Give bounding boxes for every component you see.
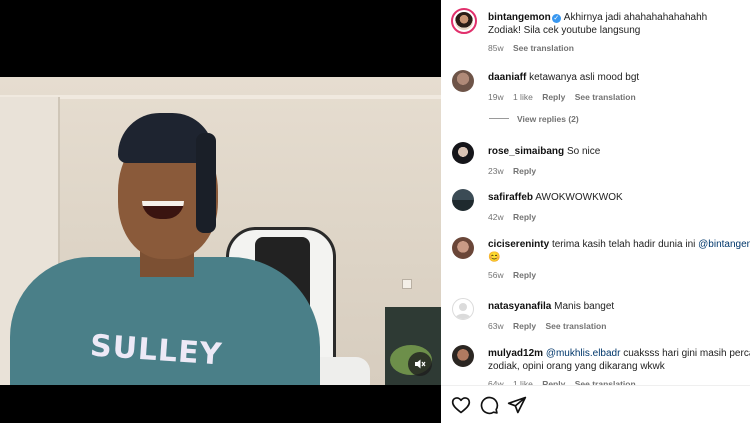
reply-button[interactable]: Reply <box>513 212 536 222</box>
reply-button[interactable]: Reply <box>542 92 565 102</box>
comment-likes[interactable]: 1 like <box>513 92 533 102</box>
comment-mention[interactable]: @mukhlis.elbadr <box>546 348 621 359</box>
view-replies-button[interactable]: View replies (2) <box>489 114 579 124</box>
comment-username[interactable]: natasyanafila <box>488 301 551 312</box>
comment-avatar[interactable] <box>452 345 474 367</box>
author-avatar[interactable] <box>451 8 477 34</box>
comment-username[interactable]: mulyad12m <box>488 348 543 359</box>
comment-time: 23w <box>488 166 504 176</box>
comment-text: So nice <box>566 146 601 157</box>
comment-text: terima kasih telah hadir dunia ini <box>551 239 696 250</box>
comments-pane: bintangemon ✓ Akhirnya jadi ahahahahahahah… <box>441 0 750 423</box>
comment-time: 19w <box>488 92 504 102</box>
light-switch <box>402 279 412 289</box>
comment-username[interactable]: safiraffeb <box>488 192 533 203</box>
comment-text: AWOKWOWKWOK <box>535 192 623 203</box>
comment-text: Manis banget <box>554 301 615 312</box>
verified-badge-icon: ✓ <box>551 14 561 23</box>
share-icon[interactable] <box>507 395 527 415</box>
comment-username[interactable]: daaniaff <box>488 72 526 83</box>
comment-time: 42w <box>488 212 504 222</box>
view-replies-label: View replies (2) <box>517 114 579 124</box>
comment-time: 63w <box>488 321 504 331</box>
comment-avatar[interactable] <box>452 189 474 211</box>
comment-time: 56w <box>488 270 504 280</box>
comment-avatar[interactable] <box>452 142 474 164</box>
reply-button[interactable]: Reply <box>513 321 536 331</box>
caption-text: Akhirnya jadi ahahahahahahahh <box>563 12 708 23</box>
comment-text: cuaksss hari gini masih percay <box>623 348 750 359</box>
comment-username[interactable]: cicisereninty <box>488 239 549 250</box>
author-username[interactable]: bintangemon <box>488 12 551 23</box>
wall-trim <box>0 95 441 99</box>
heart-icon[interactable] <box>451 395 471 415</box>
see-translation-link[interactable]: See translation <box>513 43 574 53</box>
caption-text-2: Zodiak! Sila cek youtube langsung <box>488 25 641 36</box>
default-avatar-icon <box>455 303 471 319</box>
comment-text: ketawanya asli mood bgt <box>529 72 640 83</box>
comment-text-2: zodiak, opini orang yang dikarang wkwk <box>488 361 665 372</box>
action-bar <box>441 385 750 423</box>
comment-avatar[interactable] <box>452 237 474 259</box>
speaker-muted-icon <box>415 359 426 369</box>
see-translation-link[interactable]: See translation <box>575 92 636 102</box>
smile-emoji-icon: 😊 <box>488 252 501 263</box>
comment-mention[interactable]: @bintangemon <box>698 239 750 250</box>
comment-icon[interactable] <box>479 395 499 415</box>
comment-avatar[interactable] <box>452 70 474 92</box>
comment-username[interactable]: rose_simaibang <box>488 146 564 157</box>
comment-avatar[interactable] <box>452 298 474 320</box>
video-player[interactable]: SULLEY <box>0 77 441 385</box>
post-time: 85w <box>488 43 504 53</box>
reply-button[interactable]: Reply <box>513 166 536 176</box>
reply-line <box>489 118 509 119</box>
see-translation-link[interactable]: See translation <box>546 321 607 331</box>
person-cap-brim <box>196 133 216 233</box>
video-pane: SULLEY <box>0 0 441 423</box>
reply-button[interactable]: Reply <box>513 270 536 280</box>
mute-button[interactable] <box>408 352 432 376</box>
